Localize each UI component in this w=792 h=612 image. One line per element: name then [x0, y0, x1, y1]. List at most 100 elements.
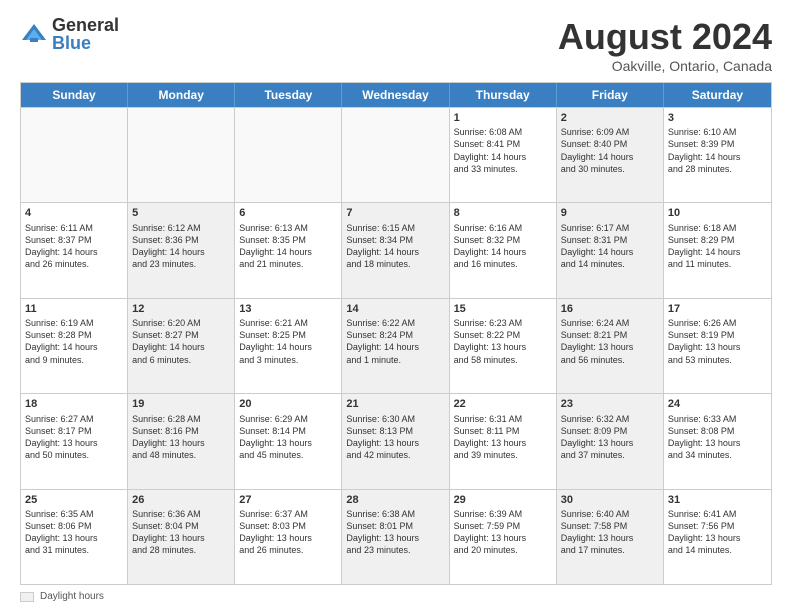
legend-box [20, 592, 34, 602]
day-info: Sunrise: 6:27 AM Sunset: 8:17 PM Dayligh… [25, 413, 123, 462]
day-info: Sunrise: 6:26 AM Sunset: 8:19 PM Dayligh… [668, 317, 767, 366]
day-number: 21 [346, 397, 444, 411]
calendar-cell: 19Sunrise: 6:28 AM Sunset: 8:16 PM Dayli… [128, 394, 235, 488]
day-info: Sunrise: 6:37 AM Sunset: 8:03 PM Dayligh… [239, 508, 337, 557]
calendar-cell: 22 Sunrise: 6:31 AM Sunset: 8:11 PM Dayli… [450, 394, 557, 488]
calendar-cell: 27Sunrise: 6:37 AM Sunset: 8:03 PM Dayli… [235, 490, 342, 584]
day-number: 30 [561, 493, 659, 507]
day-number: 15 [454, 302, 552, 316]
day-info: Sunrise: 6:20 AM Sunset: 8:27 PM Dayligh… [132, 317, 230, 366]
day-number: 20 [239, 397, 337, 411]
title-block: August 2024 Oakville, Ontario, Canada [558, 16, 772, 74]
legend-label: Daylight hours [40, 591, 104, 602]
day-number: 18 [25, 397, 123, 411]
logo-general: General [52, 16, 119, 34]
calendar-cell: 23Sunrise: 6:32 AM Sunset: 8:09 PM Dayli… [557, 394, 664, 488]
calendar-row: 25Sunrise: 6:35 AM Sunset: 8:06 PM Dayli… [21, 489, 771, 584]
calendar-cell: 25Sunrise: 6:35 AM Sunset: 8:06 PM Dayli… [21, 490, 128, 584]
day-info: Sunrise: 6:36 AM Sunset: 8:04 PM Dayligh… [132, 508, 230, 557]
title-location: Oakville, Ontario, Canada [558, 58, 772, 74]
day-number: 19 [132, 397, 230, 411]
day-info: Sunrise: 6:31 AM Sunset: 8:11 PM Dayligh… [454, 413, 552, 462]
calendar: SundayMondayTuesdayWednesdayThursdayFrid… [20, 82, 772, 585]
calendar-cell: 9 Sunrise: 6:17 AM Sunset: 8:31 PM Daylig… [557, 203, 664, 297]
day-info: Sunrise: 6:23 AM Sunset: 8:22 PM Dayligh… [454, 317, 552, 366]
day-number: 3 [668, 111, 767, 125]
day-number: 11 [25, 302, 123, 316]
calendar-cell: 7Sunrise: 6:15 AM Sunset: 8:34 PM Daylig… [342, 203, 449, 297]
calendar-cell [21, 108, 128, 202]
day-number: 31 [668, 493, 767, 507]
day-number: 8 [454, 206, 552, 220]
day-info: Sunrise: 6:40 AM Sunset: 7:58 PM Dayligh… [561, 508, 659, 557]
day-number: 24 [668, 397, 767, 411]
day-info: Sunrise: 6:08 AM Sunset: 8:41 PM Dayligh… [454, 126, 552, 175]
calendar-row: 11Sunrise: 6:19 AM Sunset: 8:28 PM Dayli… [21, 298, 771, 393]
day-info: Sunrise: 6:17 AM Sunset: 8:31 PM Dayligh… [561, 222, 659, 271]
day-number: 23 [561, 397, 659, 411]
calendar-cell [342, 108, 449, 202]
calendar-cell: 14Sunrise: 6:22 AM Sunset: 8:24 PM Dayli… [342, 299, 449, 393]
day-info: Sunrise: 6:38 AM Sunset: 8:01 PM Dayligh… [346, 508, 444, 557]
calendar-cell: 3Sunrise: 6:10 AM Sunset: 8:39 PM Daylig… [664, 108, 771, 202]
calendar-cell: 20 Sunrise: 6:29 AM Sunset: 8:14 PM Dayli… [235, 394, 342, 488]
calendar-cell: 28Sunrise: 6:38 AM Sunset: 8:01 PM Dayli… [342, 490, 449, 584]
calendar-cell: 29Sunrise: 6:39 AM Sunset: 7:59 PM Dayli… [450, 490, 557, 584]
calendar-cell: 2Sunrise: 6:09 AM Sunset: 8:40 PM Daylig… [557, 108, 664, 202]
day-number: 13 [239, 302, 337, 316]
day-number: 7 [346, 206, 444, 220]
day-info: Sunrise: 6:24 AM Sunset: 8:21 PM Dayligh… [561, 317, 659, 366]
logo-text: General Blue [52, 16, 119, 52]
title-month: August 2024 [558, 16, 772, 58]
calendar-cell: 24Sunrise: 6:33 AM Sunset: 8:08 PM Dayli… [664, 394, 771, 488]
day-info: Sunrise: 6:16 AM Sunset: 8:32 PM Dayligh… [454, 222, 552, 271]
header-cell-sunday: Sunday [21, 83, 128, 107]
logo-icon [20, 20, 48, 48]
day-number: 6 [239, 206, 337, 220]
calendar-cell: 10 Sunrise: 6:18 AM Sunset: 8:29 PM Dayli… [664, 203, 771, 297]
day-info: Sunrise: 6:22 AM Sunset: 8:24 PM Dayligh… [346, 317, 444, 366]
calendar-header: SundayMondayTuesdayWednesdayThursdayFrid… [21, 83, 771, 107]
calendar-cell: 4Sunrise: 6:11 AM Sunset: 8:37 PM Daylig… [21, 203, 128, 297]
day-info: Sunrise: 6:10 AM Sunset: 8:39 PM Dayligh… [668, 126, 767, 175]
calendar-cell [128, 108, 235, 202]
day-number: 25 [25, 493, 123, 507]
calendar-row: 18 Sunrise: 6:27 AM Sunset: 8:17 PM Dayli… [21, 393, 771, 488]
day-info: Sunrise: 6:13 AM Sunset: 8:35 PM Dayligh… [239, 222, 337, 271]
page: General Blue August 2024 Oakville, Ontar… [0, 0, 792, 612]
day-info: Sunrise: 6:35 AM Sunset: 8:06 PM Dayligh… [25, 508, 123, 557]
calendar-cell: 16Sunrise: 6:24 AM Sunset: 8:21 PM Dayli… [557, 299, 664, 393]
logo: General Blue [20, 16, 119, 52]
day-info: Sunrise: 6:21 AM Sunset: 8:25 PM Dayligh… [239, 317, 337, 366]
day-info: Sunrise: 6:39 AM Sunset: 7:59 PM Dayligh… [454, 508, 552, 557]
calendar-cell: 15Sunrise: 6:23 AM Sunset: 8:22 PM Dayli… [450, 299, 557, 393]
calendar-cell: 18 Sunrise: 6:27 AM Sunset: 8:17 PM Dayli… [21, 394, 128, 488]
day-info: Sunrise: 6:18 AM Sunset: 8:29 PM Dayligh… [668, 222, 767, 271]
day-number: 17 [668, 302, 767, 316]
calendar-cell: 26Sunrise: 6:36 AM Sunset: 8:04 PM Dayli… [128, 490, 235, 584]
calendar-row: 4Sunrise: 6:11 AM Sunset: 8:37 PM Daylig… [21, 202, 771, 297]
day-number: 4 [25, 206, 123, 220]
header-cell-friday: Friday [557, 83, 664, 107]
day-number: 1 [454, 111, 552, 125]
calendar-cell: 8 Sunrise: 6:16 AM Sunset: 8:32 PM Daylig… [450, 203, 557, 297]
day-number: 26 [132, 493, 230, 507]
calendar-cell: 21Sunrise: 6:30 AM Sunset: 8:13 PM Dayli… [342, 394, 449, 488]
day-number: 9 [561, 206, 659, 220]
header: General Blue August 2024 Oakville, Ontar… [20, 16, 772, 74]
header-cell-tuesday: Tuesday [235, 83, 342, 107]
day-number: 27 [239, 493, 337, 507]
calendar-cell [235, 108, 342, 202]
day-number: 10 [668, 206, 767, 220]
day-number: 28 [346, 493, 444, 507]
calendar-cell: 13Sunrise: 6:21 AM Sunset: 8:25 PM Dayli… [235, 299, 342, 393]
calendar-body: 1Sunrise: 6:08 AM Sunset: 8:41 PM Daylig… [21, 107, 771, 584]
day-number: 5 [132, 206, 230, 220]
day-number: 22 [454, 397, 552, 411]
header-cell-wednesday: Wednesday [342, 83, 449, 107]
day-info: Sunrise: 6:29 AM Sunset: 8:14 PM Dayligh… [239, 413, 337, 462]
header-cell-saturday: Saturday [664, 83, 771, 107]
day-number: 14 [346, 302, 444, 316]
header-cell-thursday: Thursday [450, 83, 557, 107]
day-number: 29 [454, 493, 552, 507]
